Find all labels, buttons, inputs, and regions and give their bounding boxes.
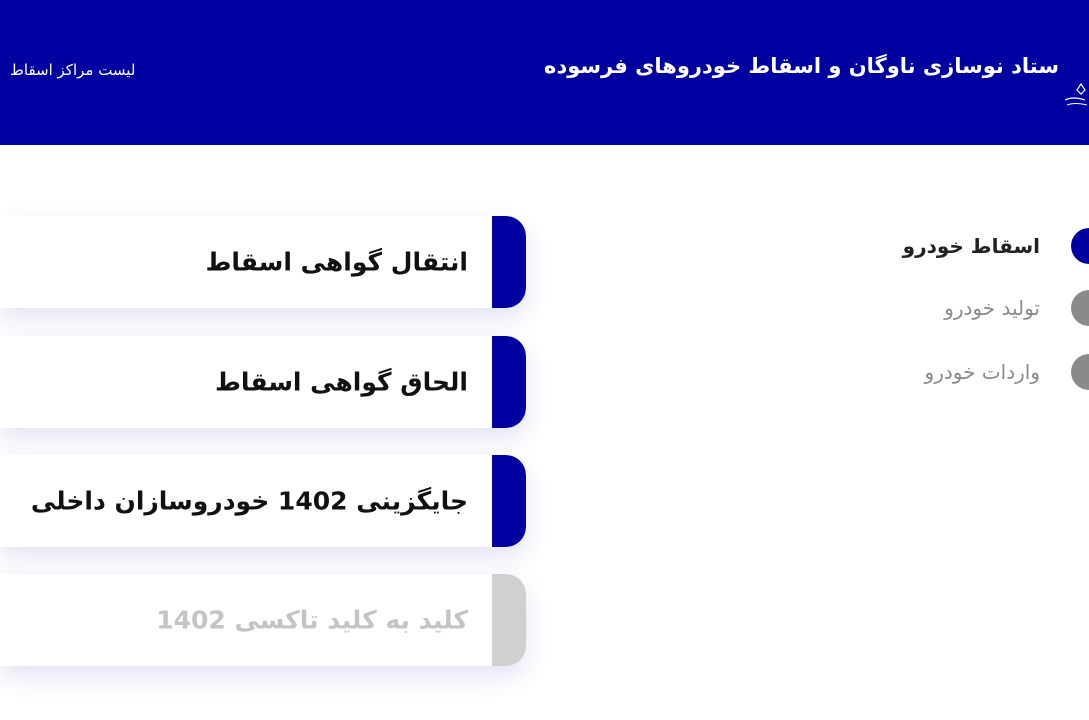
card-accent-bar bbox=[492, 216, 526, 308]
page: ستاد نوسازی ناوگان و اسقاط خودروهای فرسو… bbox=[0, 0, 1089, 720]
service-card-domestic-replacement[interactable]: جایگزینی 1402 خودروسازان داخلی bbox=[0, 455, 526, 547]
scrap-centers-list-link[interactable]: لیست مراکز اسقاط bbox=[10, 61, 135, 79]
card-accent-bar bbox=[492, 455, 526, 547]
emblem-logo-icon bbox=[1059, 80, 1089, 110]
category-label: اسقاط خودرو bbox=[902, 234, 1040, 258]
service-card-label: کلید به کلید تاکسی 1402 bbox=[156, 605, 468, 635]
category-car-production[interactable]: تولید خودرو bbox=[869, 290, 1089, 326]
site-title: ستاد نوسازی ناوگان و اسقاط خودروهای فرسو… bbox=[544, 54, 1059, 78]
service-card-certificate-transfer[interactable]: انتقال گواهی اسقاط bbox=[0, 216, 526, 308]
top-header: ستاد نوسازی ناوگان و اسقاط خودروهای فرسو… bbox=[0, 0, 1089, 145]
card-accent-bar bbox=[492, 574, 526, 666]
service-card-label: جایگزینی 1402 خودروسازان داخلی bbox=[30, 486, 468, 516]
card-accent-bar bbox=[492, 336, 526, 428]
category-radio-dot-icon bbox=[1071, 354, 1089, 390]
service-card-certificate-attach[interactable]: الحاق گواهی اسقاط bbox=[0, 336, 526, 428]
category-car-import[interactable]: واردات خودرو bbox=[869, 354, 1089, 390]
service-card-taxi-key-to-key: کلید به کلید تاکسی 1402 bbox=[0, 574, 526, 666]
category-radio-dot-icon bbox=[1071, 290, 1089, 326]
category-label: واردات خودرو bbox=[924, 360, 1040, 384]
category-label: تولید خودرو bbox=[944, 296, 1040, 320]
category-car-scrapping[interactable]: اسقاط خودرو bbox=[869, 228, 1089, 264]
service-card-label: الحاق گواهی اسقاط bbox=[214, 367, 468, 397]
service-card-label: انتقال گواهی اسقاط bbox=[205, 247, 468, 277]
category-radio-dot-icon bbox=[1071, 228, 1089, 264]
